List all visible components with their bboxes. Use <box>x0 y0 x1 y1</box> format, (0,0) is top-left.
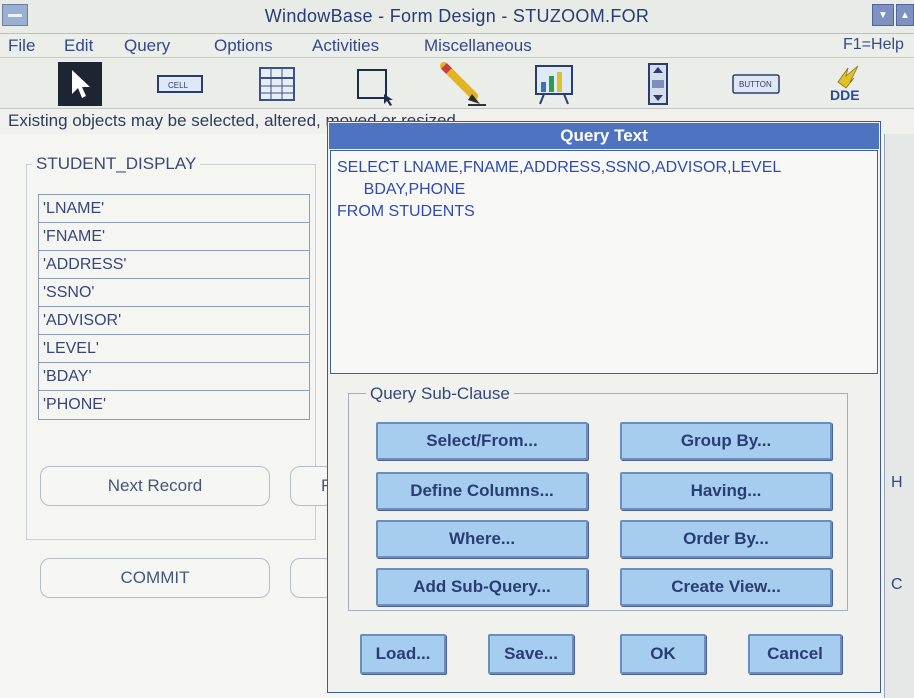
save-button[interactable]: Save... <box>488 634 574 674</box>
field-fname[interactable]: 'FNAME' <box>38 222 310 251</box>
edge-letter-c: C <box>891 576 903 593</box>
toolbar: CELL BUTTON DDE <box>0 58 914 110</box>
commit-button[interactable]: COMMIT <box>40 558 270 598</box>
load-button[interactable]: Load... <box>360 634 446 674</box>
cancel-button[interactable]: Cancel <box>748 634 842 674</box>
menu-activities[interactable]: Activities <box>312 36 379 56</box>
field-ssno[interactable]: 'SSNO' <box>38 278 310 307</box>
add-subquery-button[interactable]: Add Sub-Query... <box>376 568 588 606</box>
field-advisor[interactable]: 'ADVISOR' <box>38 306 310 335</box>
button-tool-icon[interactable]: BUTTON <box>730 62 782 106</box>
edge-letter-h: H <box>891 474 903 491</box>
title-bar: WindowBase - Form Design - STUZOOM.FOR ▼… <box>0 0 914 34</box>
cell-tool-icon[interactable]: CELL <box>154 62 206 106</box>
group-title: STUDENT_DISPLAY <box>32 154 201 174</box>
minimize-button[interactable]: ▼ <box>872 4 894 26</box>
field-bday[interactable]: 'BDAY' <box>38 362 310 391</box>
menu-bar: File Edit Query Options Activities Misce… <box>0 34 914 58</box>
scrollbar-tool-icon[interactable] <box>646 62 670 106</box>
pointer-tool-icon[interactable] <box>58 62 102 106</box>
frame-tool-icon[interactable] <box>354 62 398 106</box>
having-button[interactable]: Having... <box>620 472 832 510</box>
menu-options[interactable]: Options <box>214 36 273 56</box>
pencil-tool-icon[interactable] <box>438 62 488 106</box>
create-view-button[interactable]: Create View... <box>620 568 832 606</box>
field-lname[interactable]: 'LNAME' <box>38 194 310 223</box>
dde-tool-icon[interactable]: DDE <box>826 62 870 106</box>
subclause-title: Query Sub-Clause <box>366 384 514 404</box>
next-record-button[interactable]: Next Record <box>40 466 270 506</box>
maximize-button[interactable]: ▲ <box>896 4 914 26</box>
window-title: WindowBase - Form Design - STUZOOM.FOR <box>264 6 650 26</box>
select-from-button[interactable]: Select/From... <box>376 422 588 460</box>
menu-query[interactable]: Query <box>124 36 170 56</box>
group-by-button[interactable]: Group By... <box>620 422 832 460</box>
table-tool-icon[interactable] <box>258 62 298 106</box>
menu-miscellaneous[interactable]: Miscellaneous <box>424 36 532 56</box>
svg-text:CELL: CELL <box>168 81 189 90</box>
dialog-title: Query Text <box>329 123 879 149</box>
where-button[interactable]: Where... <box>376 520 588 558</box>
order-by-button[interactable]: Order By... <box>620 520 832 558</box>
field-level[interactable]: 'LEVEL' <box>38 334 310 363</box>
svg-text:BUTTON: BUTTON <box>739 80 772 89</box>
query-text-area[interactable]: SELECT LNAME,FNAME,ADDRESS,SSNO,ADVISOR,… <box>330 150 878 374</box>
help-hint: F1=Help <box>843 36 904 53</box>
menu-file[interactable]: File <box>8 36 35 56</box>
background-window-edge: H C <box>884 134 914 698</box>
menu-edit[interactable]: Edit <box>64 36 93 56</box>
ok-button[interactable]: OK <box>620 634 706 674</box>
query-text: SELECT LNAME,FNAME,ADDRESS,SSNO,ADVISOR,… <box>337 159 782 220</box>
query-text-dialog: Query Text SELECT LNAME,FNAME,ADDRESS,SS… <box>327 121 881 693</box>
field-phone[interactable]: 'PHONE' <box>38 390 310 420</box>
chart-tool-icon[interactable] <box>532 62 578 106</box>
define-columns-button[interactable]: Define Columns... <box>376 472 588 510</box>
field-address[interactable]: 'ADDRESS' <box>38 250 310 279</box>
svg-text:DDE: DDE <box>830 87 860 103</box>
